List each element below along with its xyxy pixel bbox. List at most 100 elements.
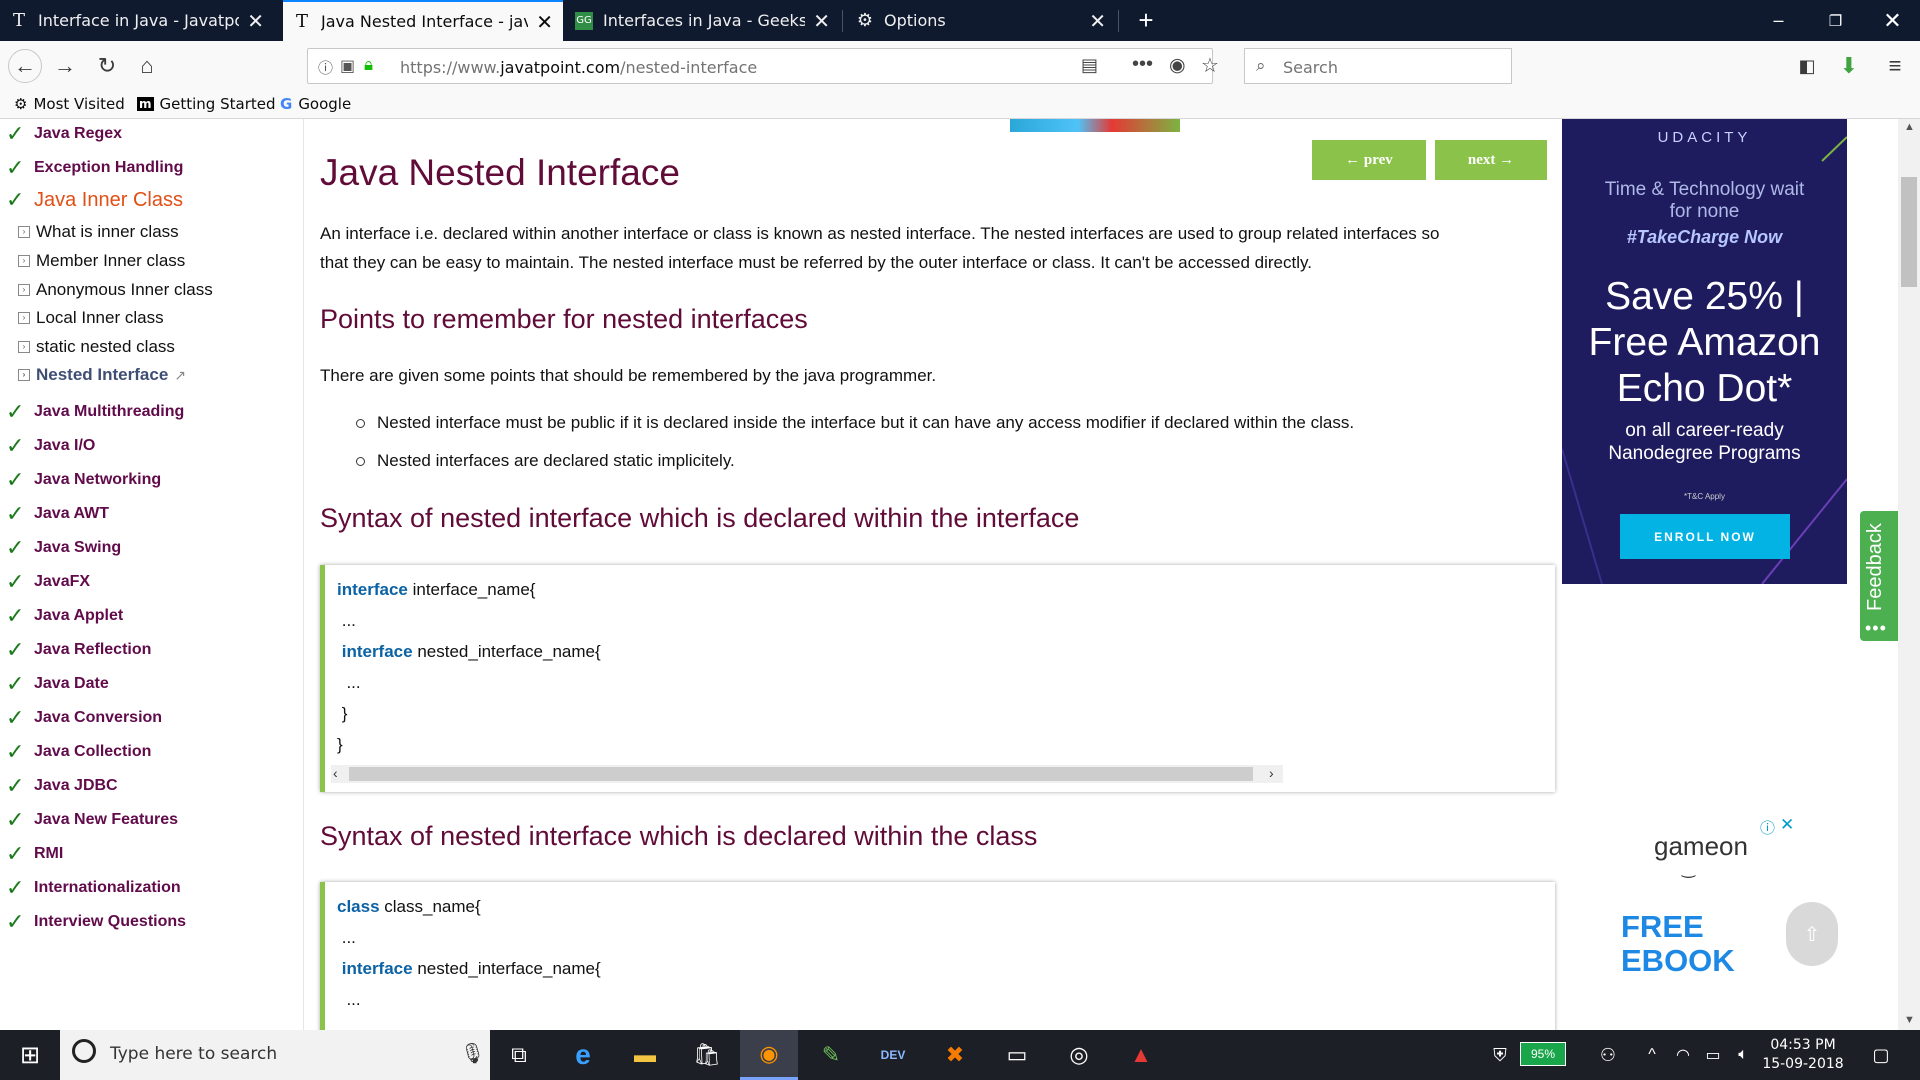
devcpp-icon[interactable]: DEV: [864, 1030, 922, 1080]
new-tab-plus-icon[interactable]: +: [1118, 0, 1174, 41]
sidebar-item[interactable]: ✓ Internationalization: [6, 875, 181, 901]
sidebar-item[interactable]: ✓ Java AWT: [6, 501, 109, 527]
minimize-icon[interactable]: –: [1750, 0, 1807, 41]
security-shield-icon[interactable]: ⛨: [1480, 1030, 1520, 1080]
search-input[interactable]: ⌕ Search: [1244, 48, 1512, 84]
battery-indicator[interactable]: 95%: [1520, 1042, 1566, 1066]
download-arrow-icon[interactable]: ⬇: [1832, 49, 1866, 83]
scroll-up-arrow-icon[interactable]: ▲: [1904, 121, 1915, 133]
hamburger-menu-icon[interactable]: ≡: [1878, 49, 1912, 83]
acrobat-reader-icon[interactable]: ▲: [1112, 1030, 1170, 1080]
sidebar-item[interactable]: ✓ Java Date: [6, 671, 109, 697]
sidebar-item[interactable]: ✓ Java Swing: [6, 535, 121, 561]
tab-interface-javatpoint[interactable]: T Interface in Java - Javatpoint ✕: [0, 0, 274, 41]
enroll-now-button[interactable]: ENROLL NOW: [1620, 514, 1790, 559]
sidebar-item-exception-handling[interactable]: ✓ Exception Handling: [6, 155, 183, 181]
sidebar-item[interactable]: ✓ Java Applet: [6, 603, 123, 629]
scrollbar-thumb[interactable]: [1901, 177, 1917, 287]
scroll-to-top-button[interactable]: ⇧: [1786, 902, 1838, 966]
close-tab-icon[interactable]: ✕: [536, 10, 553, 34]
reload-icon[interactable]: ↻: [90, 49, 124, 83]
taskbar-clock[interactable]: 04:53 PM 15-09-2018: [1758, 1036, 1848, 1074]
tab-java-nested-interface[interactable]: T Java Nested Interface - javatpo ✕: [283, 0, 563, 41]
sidebar-item[interactable]: ✓ Interview Questions: [6, 909, 186, 935]
bookmark-getting-started[interactable]: m Getting Started: [137, 95, 276, 113]
sidebar-subitem-what-is-inner-class[interactable]: › What is inner class: [18, 222, 179, 242]
scroll-right-arrow-icon[interactable]: ›: [1269, 765, 1274, 781]
sidebar-item[interactable]: ✓ Java Reflection: [6, 637, 151, 663]
code-horizontal-scrollbar[interactable]: ‹ ›: [331, 765, 1283, 783]
back-arrow-icon[interactable]: ←: [8, 49, 42, 83]
sidebar-subitem-local-inner-class[interactable]: › Local Inner class: [18, 308, 164, 328]
task-view-icon[interactable]: ⧉: [490, 1030, 548, 1080]
windows-start-icon[interactable]: ⊞: [0, 1030, 60, 1080]
home-icon[interactable]: ⌂: [130, 49, 164, 83]
permissions-icon[interactable]: ▣: [340, 56, 355, 76]
firefox-icon[interactable]: ◉: [740, 1030, 798, 1080]
media-app-icon[interactable]: ◎: [1050, 1030, 1108, 1080]
command-prompt-icon[interactable]: ▭: [988, 1030, 1046, 1080]
ad-subtext-line: Nanodegree Programs: [1608, 443, 1801, 464]
bookmark-star-icon[interactable]: ☆: [1201, 53, 1219, 78]
sidebar-toggle-icon[interactable]: ◧: [1790, 49, 1824, 83]
ad-info-icon[interactable]: ⓘ: [1760, 817, 1775, 838]
page-actions-ellipsis-icon[interactable]: •••: [1132, 53, 1153, 76]
edge-browser-icon[interactable]: e: [554, 1030, 612, 1080]
code-block-class[interactable]: class class_name{ ... interface nested_i…: [320, 882, 1555, 1030]
sidebar-subitem-static-nested-class[interactable]: › static nested class: [18, 337, 175, 357]
notepad-plus-plus-icon[interactable]: ✎: [802, 1030, 860, 1080]
people-icon[interactable]: ⚇: [1588, 1030, 1628, 1080]
store-icon[interactable]: 🛍︎: [678, 1030, 736, 1080]
sidebar-item[interactable]: ✓ Java Conversion: [6, 705, 162, 731]
sidebar-item-java-inner-class[interactable]: ✓ Java Inner Class: [6, 187, 183, 213]
scroll-left-arrow-icon[interactable]: ‹: [333, 765, 338, 781]
sidebar-subitem-anonymous-inner-class[interactable]: › Anonymous Inner class: [18, 280, 213, 300]
xampp-icon[interactable]: ✖: [926, 1030, 984, 1080]
wifi-icon[interactable]: ◠: [1668, 1030, 1698, 1080]
feedback-tab[interactable]: Feedback •••: [1860, 511, 1898, 641]
sidebar-item[interactable]: ✓ Java I/O: [6, 433, 95, 459]
forward-arrow-icon[interactable]: →: [48, 49, 82, 83]
pocket-icon[interactable]: ◉: [1169, 54, 1186, 77]
next-button[interactable]: next →: [1435, 140, 1547, 180]
sidebar-item[interactable]: ✓ JavaFX: [6, 569, 90, 595]
scrollbar-thumb[interactable]: [349, 767, 1253, 781]
microphone-icon[interactable]: 🎙︎: [460, 1041, 485, 1066]
secure-lock-icon[interactable]: 🔒︎: [364, 55, 373, 75]
volume-icon[interactable]: 🔈︎: [1728, 1030, 1758, 1080]
scroll-down-arrow-icon[interactable]: ▼: [1904, 1014, 1915, 1026]
windows-taskbar: ⊞ Type here to search 🎙︎ ⧉ e ▬ 🛍︎ ◉ ✎ DE…: [0, 1030, 1920, 1080]
close-window-icon[interactable]: ✕: [1864, 0, 1920, 41]
address-bar[interactable]: ⓘ ▣ 🔒︎ https://www.javatpoint.com/nested…: [307, 48, 1219, 84]
restore-icon[interactable]: ❐: [1807, 0, 1864, 41]
close-tab-icon[interactable]: ✕: [1089, 9, 1106, 33]
info-icon[interactable]: ⓘ: [318, 57, 333, 78]
code-block-interface[interactable]: interface interface_name{ ... interface …: [320, 565, 1555, 792]
sidebar-item[interactable]: ✓ Java Collection: [6, 739, 151, 765]
show-hidden-icons-chevron-icon[interactable]: ^: [1636, 1030, 1668, 1080]
close-tab-icon[interactable]: ✕: [813, 9, 830, 33]
tab-options[interactable]: ⚙ Options ✕: [846, 0, 1116, 41]
bookmark-google[interactable]: G Google: [280, 95, 351, 113]
sidebar-item[interactable]: ✓ Java Multithreading: [6, 399, 184, 425]
close-tab-icon[interactable]: ✕: [247, 9, 264, 33]
ad-close-icon[interactable]: ✕: [1780, 815, 1794, 835]
action-center-icon[interactable]: ▢: [1856, 1030, 1906, 1080]
udacity-ad[interactable]: UDACITY Time & Technology wait for none #…: [1562, 119, 1847, 584]
prev-button[interactable]: ← prev: [1312, 140, 1426, 180]
url-text[interactable]: https://www.javatpoint.com/nested-interf…: [400, 58, 757, 77]
bookmark-most-visited[interactable]: ⚙ Most Visited: [14, 95, 125, 113]
battery-status-icon[interactable]: ▭: [1698, 1030, 1728, 1080]
page-vertical-scrollbar[interactable]: ▲ ▼: [1898, 119, 1920, 1030]
sidebar-subitem-nested-interface[interactable]: › Nested Interface ↗: [18, 365, 186, 385]
sidebar-item[interactable]: ✓ Java Networking: [6, 467, 161, 493]
sidebar-item-java-regex[interactable]: ✓ Java Regex: [6, 121, 122, 147]
sidebar-subitem-member-inner-class[interactable]: › Member Inner class: [18, 251, 185, 271]
file-explorer-icon[interactable]: ▬: [616, 1030, 674, 1080]
reader-view-icon[interactable]: ▤: [1081, 55, 1098, 76]
tab-interfaces-geeksforgeeks[interactable]: GG Interfaces in Java - GeeksforGe ✕: [565, 0, 840, 41]
sidebar-item[interactable]: ✓ RMI: [6, 841, 63, 867]
sidebar-item[interactable]: ✓ Java JDBC: [6, 773, 118, 799]
sidebar-item[interactable]: ✓ Java New Features: [6, 807, 178, 833]
taskbar-search-box[interactable]: Type here to search 🎙︎: [60, 1030, 490, 1080]
